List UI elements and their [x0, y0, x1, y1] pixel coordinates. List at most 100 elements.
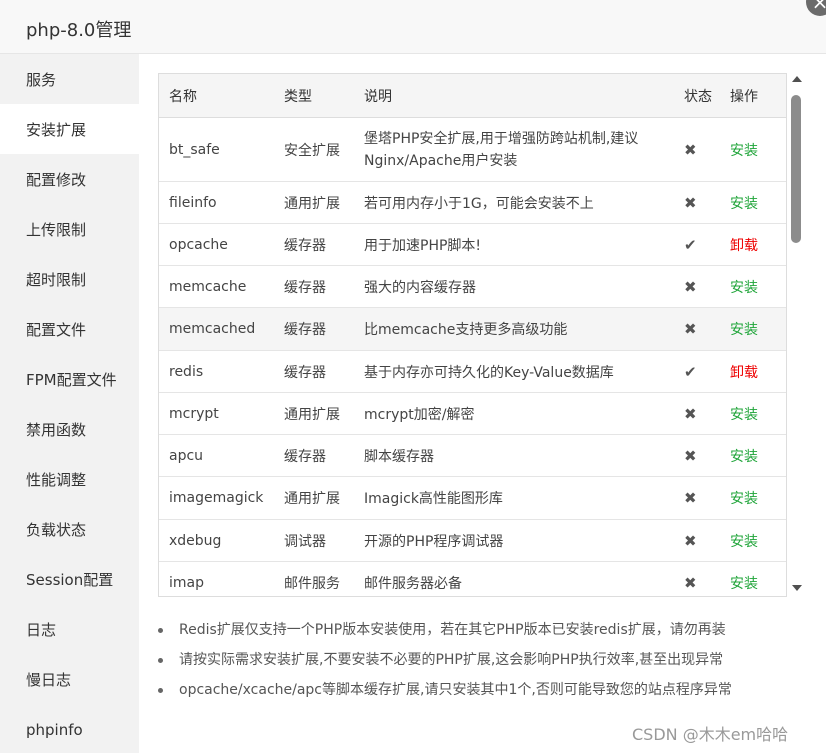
ext-type: 通用扩展	[274, 181, 354, 224]
sidebar-item-phpinfo[interactable]: phpinfo	[0, 704, 139, 754]
table-row: fileinfo 通用扩展 若可用内存小于1G，可能会安装不上 ✖ 安装	[159, 181, 786, 224]
ext-type: 通用扩展	[274, 392, 354, 435]
sidebar-item-load-status[interactable]: 负载状态	[0, 504, 139, 554]
ext-name: opcache	[159, 223, 274, 266]
scroll-down-arrow-icon[interactable]	[792, 585, 802, 591]
column-header-description: 说明	[354, 74, 674, 118]
table-header-row: 名称 类型 说明 状态 操作	[159, 74, 786, 118]
sidebar-item-session-config[interactable]: Session配置	[0, 554, 139, 604]
table-scrollbar[interactable]	[789, 73, 805, 597]
install-button[interactable]: 安装	[722, 265, 786, 308]
ext-type: 缓存器	[274, 350, 354, 393]
install-button[interactable]: 安装	[722, 519, 786, 562]
sidebar-item-install-extensions[interactable]: 安装扩展	[0, 104, 139, 154]
table-row: memcache 缓存器 强大的内容缓存器 ✖ 安装	[159, 265, 786, 308]
ext-type: 邮件服务	[274, 561, 354, 596]
ext-name: redis	[159, 350, 274, 393]
ext-type: 缓存器	[274, 223, 354, 266]
ext-name: xdebug	[159, 519, 274, 562]
bullet-icon	[158, 628, 163, 633]
table-row: imagemagick 通用扩展 Imagick高性能图形库 ✖ 安装	[159, 476, 786, 520]
table-row: xdebug 调试器 开源的PHP程序调试器 ✖ 安装	[159, 519, 786, 562]
ext-name: memcache	[159, 265, 274, 308]
ext-type: 缓存器	[274, 307, 354, 351]
sidebar-item-performance[interactable]: 性能调整	[0, 454, 139, 504]
sidebar-item-slow-log[interactable]: 慢日志	[0, 654, 139, 704]
status-not-installed-icon: ✖	[674, 476, 722, 520]
ext-description: 堡塔PHP安全扩展,用于增强防跨站机制,建议Nginx/Apache用户安装	[354, 117, 674, 182]
ext-description: 脚本缓存器	[354, 434, 674, 477]
bullet-icon	[158, 658, 163, 663]
extensions-table: 名称 类型 说明 状态 操作 bt_safe 安全扩展 堡塔PHP安全扩展,用于…	[159, 74, 786, 596]
ext-name: imagemagick	[159, 476, 274, 520]
sidebar-item-disabled-functions[interactable]: 禁用函数	[0, 404, 139, 454]
ext-description: 基于内存亦可持久化的Key-Value数据库	[354, 350, 674, 393]
dialog-titlebar[interactable]: php-8.0管理	[0, 0, 826, 54]
sidebar-item-service[interactable]: 服务	[0, 54, 139, 104]
table-row: memcached 缓存器 比memcache支持更多高级功能 ✖ 安装	[159, 307, 786, 351]
ext-name: mcrypt	[159, 392, 274, 435]
sidebar-item-timeout-limit[interactable]: 超时限制	[0, 254, 139, 304]
ext-description: 若可用内存小于1G，可能会安装不上	[354, 181, 674, 224]
ext-description: 开源的PHP程序调试器	[354, 519, 674, 562]
status-not-installed-icon: ✖	[674, 561, 722, 596]
scroll-up-arrow-icon[interactable]	[792, 76, 802, 82]
status-not-installed-icon: ✖	[674, 519, 722, 562]
note-item: opcache/xcache/apc等脚本缓存扩展,请只安装其中1个,否则可能导…	[158, 680, 732, 710]
scrollbar-thumb[interactable]	[791, 95, 801, 243]
table-row: bt_safe 安全扩展 堡塔PHP安全扩展,用于增强防跨站机制,建议Nginx…	[159, 117, 786, 182]
ext-description: Imagick高性能图形库	[354, 476, 674, 520]
main-panel: 名称 类型 说明 状态 操作 bt_safe 安全扩展 堡塔PHP安全扩展,用于…	[139, 54, 826, 753]
install-button[interactable]: 安装	[722, 307, 786, 351]
ext-type: 缓存器	[274, 434, 354, 477]
ext-description: mcrypt加密/解密	[354, 392, 674, 435]
note-text: opcache/xcache/apc等脚本缓存扩展,请只安装其中1个,否则可能导…	[179, 682, 732, 698]
bullet-icon	[158, 688, 163, 693]
note-item: 请按实际需求安装扩展,不要安装不必要的PHP扩展,这会影响PHP执行效率,甚至出…	[158, 650, 732, 680]
status-not-installed-icon: ✖	[674, 265, 722, 308]
table-row: imap 邮件服务 邮件服务器必备 ✖ 安装	[159, 561, 786, 596]
ext-type: 调试器	[274, 519, 354, 562]
sidebar-item-config-modify[interactable]: 配置修改	[0, 154, 139, 204]
table-row: redis 缓存器 基于内存亦可持久化的Key-Value数据库 ✔ 卸载	[159, 350, 786, 393]
status-not-installed-icon: ✖	[674, 181, 722, 224]
note-text: 请按实际需求安装扩展,不要安装不必要的PHP扩展,这会影响PHP执行效率,甚至出…	[179, 652, 724, 668]
ext-name: bt_safe	[159, 117, 274, 182]
status-not-installed-icon: ✖	[674, 117, 722, 182]
ext-description: 比memcache支持更多高级功能	[354, 307, 674, 351]
table-row: opcache 缓存器 用于加速PHP脚本! ✔ 卸载	[159, 223, 786, 266]
table-row: mcrypt 通用扩展 mcrypt加密/解密 ✖ 安装	[159, 392, 786, 435]
column-header-type: 类型	[274, 74, 354, 118]
ext-type: 缓存器	[274, 265, 354, 308]
sidebar-item-fpm-config[interactable]: FPM配置文件	[0, 354, 139, 404]
status-installed-icon: ✔	[674, 350, 722, 393]
ext-type: 安全扩展	[274, 117, 354, 182]
ext-name: fileinfo	[159, 181, 274, 224]
install-button[interactable]: 安装	[722, 117, 786, 182]
column-header-actions: 操作	[722, 74, 786, 118]
table-row: apcu 缓存器 脚本缓存器 ✖ 安装	[159, 434, 786, 477]
install-button[interactable]: 安装	[722, 392, 786, 435]
status-not-installed-icon: ✖	[674, 434, 722, 477]
status-not-installed-icon: ✖	[674, 307, 722, 351]
ext-description: 邮件服务器必备	[354, 561, 674, 596]
ext-name: imap	[159, 561, 274, 596]
column-header-status: 状态	[674, 74, 722, 118]
watermark: CSDN @木木em哈哈	[632, 725, 789, 744]
status-installed-icon: ✔	[674, 223, 722, 266]
uninstall-button[interactable]: 卸载	[722, 223, 786, 266]
extensions-table-container[interactable]: 名称 类型 说明 状态 操作 bt_safe 安全扩展 堡塔PHP安全扩展,用于…	[158, 73, 787, 597]
sidebar-item-config-file[interactable]: 配置文件	[0, 304, 139, 354]
sidebar-item-log[interactable]: 日志	[0, 604, 139, 654]
install-button[interactable]: 安装	[722, 561, 786, 596]
dialog-title: php-8.0管理	[26, 20, 132, 41]
uninstall-button[interactable]: 卸载	[722, 350, 786, 393]
sidebar-item-upload-limit[interactable]: 上传限制	[0, 204, 139, 254]
install-button[interactable]: 安装	[722, 181, 786, 224]
status-not-installed-icon: ✖	[674, 392, 722, 435]
sidebar: 服务 安装扩展 配置修改 上传限制 超时限制 配置文件 FPM配置文件 禁用函数…	[0, 54, 139, 753]
ext-name: memcached	[159, 307, 274, 351]
note-item: Redis扩展仅支持一个PHP版本安装使用，若在其它PHP版本已安装redis扩…	[158, 620, 732, 650]
install-button[interactable]: 安装	[722, 434, 786, 477]
install-button[interactable]: 安装	[722, 476, 786, 520]
